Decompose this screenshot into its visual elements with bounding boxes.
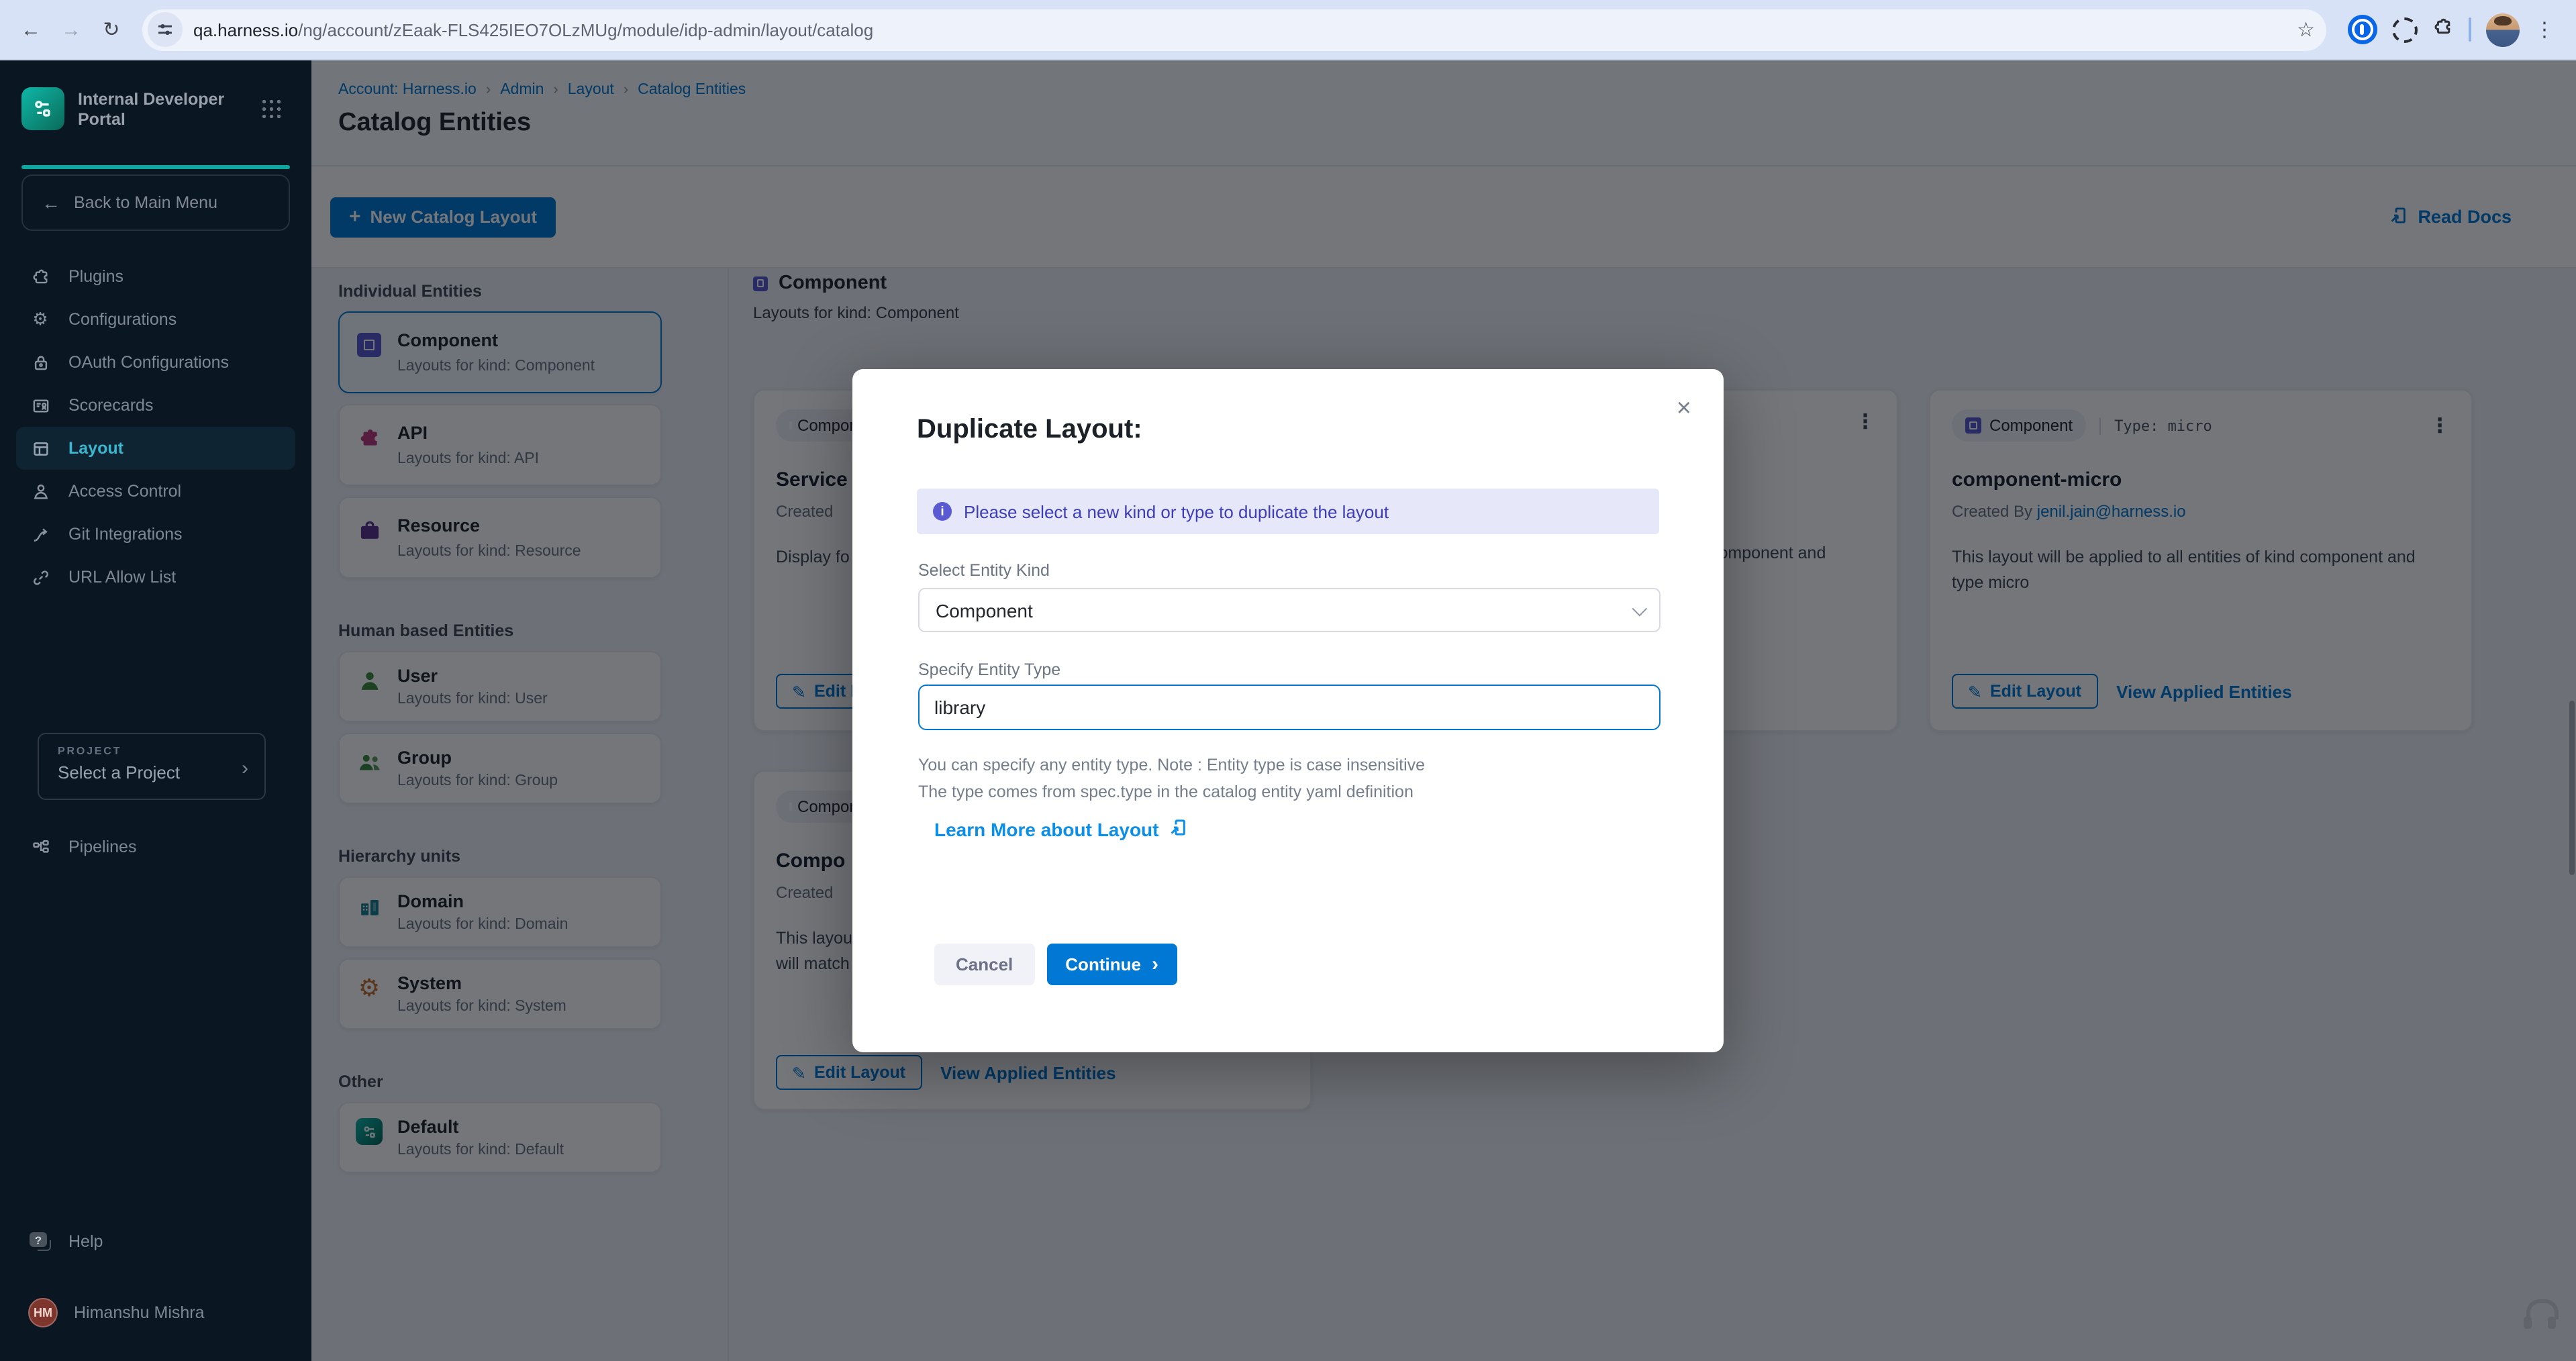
sidebar-item-label: Configurations bbox=[68, 310, 177, 329]
project-label: PROJECT bbox=[58, 745, 251, 757]
app-viewport: Internal Developer Portal ← Back to Main… bbox=[0, 60, 2576, 1361]
sidebar-item-label: URL Allow List bbox=[68, 568, 176, 587]
scorecard-icon bbox=[28, 395, 52, 416]
screen: ← → ↻ qa.harness.io/ng/account/zEaak-FLS… bbox=[0, 0, 2576, 1361]
browser-back-button[interactable]: ← bbox=[13, 12, 48, 47]
pipelines-icon bbox=[28, 836, 52, 858]
learn-more-link[interactable]: Learn More about Layout bbox=[934, 817, 1188, 842]
sidebar-item-oauth-configurations[interactable]: OAuth Configurations bbox=[16, 341, 295, 384]
browser-reload-button[interactable]: ↻ bbox=[94, 12, 129, 47]
chevron-right-icon: › bbox=[242, 757, 248, 780]
sidebar-item-access-control[interactable]: Access Control bbox=[16, 470, 295, 513]
sidebar-item-label: Help bbox=[68, 1232, 103, 1251]
back-to-main-menu[interactable]: ← Back to Main Menu bbox=[21, 174, 290, 231]
info-banner: i Please select a new kind or type to du… bbox=[917, 489, 1659, 534]
info-banner-text: Please select a new kind or type to dupl… bbox=[964, 501, 1389, 521]
idp-logo-icon bbox=[21, 87, 64, 130]
browser-menu-icon[interactable]: ⋮ bbox=[2534, 17, 2555, 42]
entity-kind-value: Component bbox=[936, 599, 1033, 621]
person-icon bbox=[28, 481, 52, 502]
project-value: Select a Project bbox=[58, 762, 251, 783]
sidebar-item-help[interactable]: ? Help bbox=[16, 1220, 295, 1263]
git-branch-icon bbox=[28, 523, 52, 545]
sidebar-item-label: Pipelines bbox=[68, 838, 136, 856]
password-manager-extension-icon[interactable] bbox=[2347, 15, 2377, 44]
cancel-button[interactable]: Cancel bbox=[934, 944, 1034, 985]
sidebar-item-label: Layout bbox=[68, 439, 123, 458]
continue-label: Continue bbox=[1065, 954, 1141, 974]
browser-toolbar: ← → ↻ qa.harness.io/ng/account/zEaak-FLS… bbox=[0, 0, 2576, 60]
duplicate-layout-modal: × Duplicate Layout: i Please select a ne… bbox=[852, 369, 1724, 1052]
entity-type-input[interactable] bbox=[918, 685, 1661, 730]
sidebar-nav: Plugins ⚙ Configurations OAuth Configura… bbox=[0, 255, 311, 599]
help-chat-icon: ? bbox=[28, 1231, 52, 1252]
puzzle-icon bbox=[28, 266, 52, 287]
url-host: qa.harness.io bbox=[193, 19, 298, 40]
url-text[interactable]: qa.harness.io/ng/account/zEaak-FLS425IEO… bbox=[193, 19, 2286, 40]
lock-icon bbox=[28, 352, 52, 373]
sidebar-item-plugins[interactable]: Plugins bbox=[16, 255, 295, 298]
helper-text-line1: You can specify any entity type. Note : … bbox=[918, 756, 1425, 774]
user-name: Himanshu Mishra bbox=[74, 1303, 205, 1322]
browser-forward-button[interactable]: → bbox=[54, 12, 89, 47]
user-menu[interactable]: HM Himanshu Mishra bbox=[16, 1291, 295, 1334]
toolbar-divider bbox=[2468, 17, 2471, 42]
extensions-puzzle-icon[interactable] bbox=[2432, 15, 2453, 44]
site-info-icon[interactable] bbox=[148, 12, 183, 47]
info-icon: i bbox=[933, 502, 952, 521]
close-icon[interactable]: × bbox=[1677, 396, 1691, 421]
address-bar[interactable]: qa.harness.io/ng/account/zEaak-FLS425IEO… bbox=[142, 9, 2326, 50]
product-title: Internal Developer Portal bbox=[78, 90, 236, 130]
link-icon bbox=[28, 566, 52, 588]
sidebar-item-label: Git Integrations bbox=[68, 525, 183, 544]
sidebar-item-label: Plugins bbox=[68, 267, 123, 286]
back-label: Back to Main Menu bbox=[74, 193, 217, 212]
sidebar-item-label: Scorecards bbox=[68, 396, 153, 415]
bookmark-star-icon[interactable]: ☆ bbox=[2297, 17, 2315, 42]
helper-text-line2: The type comes from spec.type in the cat… bbox=[918, 783, 1414, 801]
sidebar-item-scorecards[interactable]: Scorecards bbox=[16, 384, 295, 427]
sidebar-accent-divider bbox=[21, 165, 290, 168]
sidebar-item-label: OAuth Configurations bbox=[68, 353, 229, 372]
learn-more-label: Learn More about Layout bbox=[934, 819, 1158, 840]
module-grid-icon[interactable] bbox=[260, 98, 281, 118]
doc-export-icon bbox=[1168, 817, 1188, 842]
browser-extensions-area: ⋮ bbox=[2339, 13, 2563, 46]
entity-type-label: Specify Entity Type bbox=[918, 660, 1060, 679]
browser-profile-avatar[interactable] bbox=[2486, 13, 2520, 46]
sidebar-item-git-integrations[interactable]: Git Integrations bbox=[16, 513, 295, 556]
left-arrow-icon: ← bbox=[42, 192, 60, 213]
continue-button[interactable]: Continue › bbox=[1046, 944, 1177, 985]
user-avatar: HM bbox=[28, 1298, 58, 1327]
sidebar-item-pipelines[interactable]: Pipelines bbox=[16, 825, 295, 868]
url-path: /ng/account/zEaak-FLS425IEO7OLzMUg/modul… bbox=[298, 19, 873, 40]
sidebar-item-layout[interactable]: Layout bbox=[16, 427, 295, 470]
layout-icon bbox=[28, 438, 52, 459]
loading-extension-icon[interactable] bbox=[2391, 17, 2417, 42]
sidebar-item-url-allow-list[interactable]: URL Allow List bbox=[16, 556, 295, 599]
sidebar-item-label: Access Control bbox=[68, 482, 181, 501]
project-selector[interactable]: PROJECT Select a Project › bbox=[38, 733, 266, 800]
chevron-right-icon: › bbox=[1152, 953, 1158, 976]
sidebar-item-configurations[interactable]: ⚙ Configurations bbox=[16, 298, 295, 341]
modal-actions: Cancel Continue › bbox=[934, 944, 1177, 985]
entity-kind-label: Select Entity Kind bbox=[918, 561, 1050, 580]
modal-title: Duplicate Layout: bbox=[917, 415, 1142, 446]
chevron-down-icon bbox=[1632, 601, 1648, 616]
sidebar: Internal Developer Portal ← Back to Main… bbox=[0, 60, 311, 1361]
gears-icon: ⚙ bbox=[28, 309, 52, 330]
entity-kind-select[interactable]: Component bbox=[918, 588, 1661, 632]
